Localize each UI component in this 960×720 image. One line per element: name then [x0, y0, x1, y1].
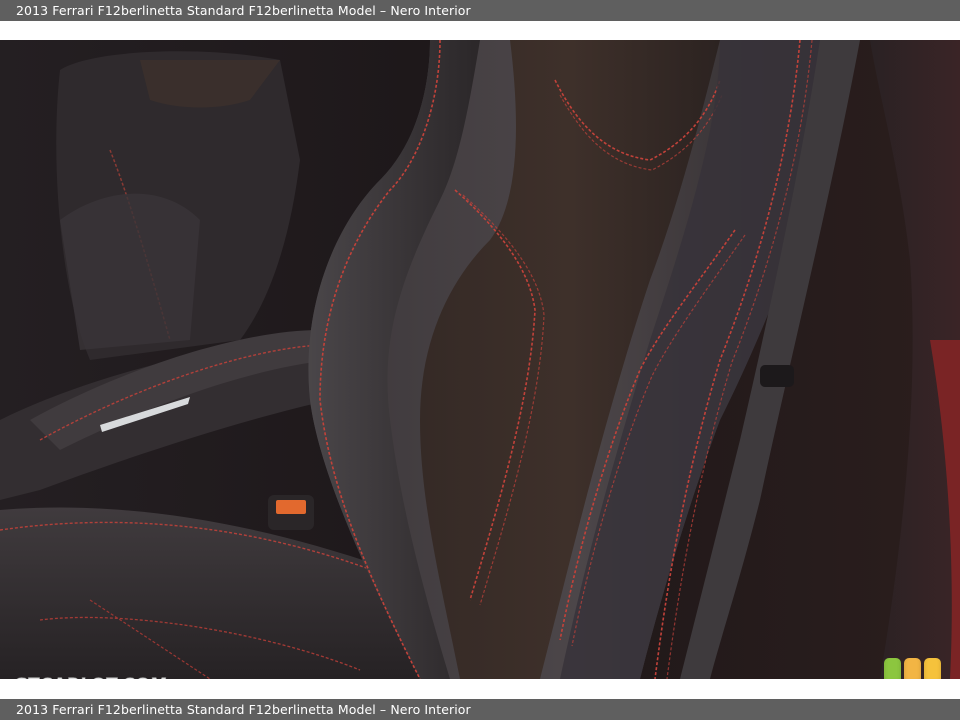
- bottom-spacer: [0, 679, 960, 699]
- interior-photo: [0, 40, 960, 679]
- top-spacer: [0, 21, 960, 40]
- image-caption-bottom: 2013 Ferrari F12berlinetta Standard F12b…: [0, 699, 960, 720]
- image-caption-top: 2013 Ferrari F12berlinetta Standard F12b…: [0, 0, 960, 21]
- seat-illustration: [0, 40, 960, 679]
